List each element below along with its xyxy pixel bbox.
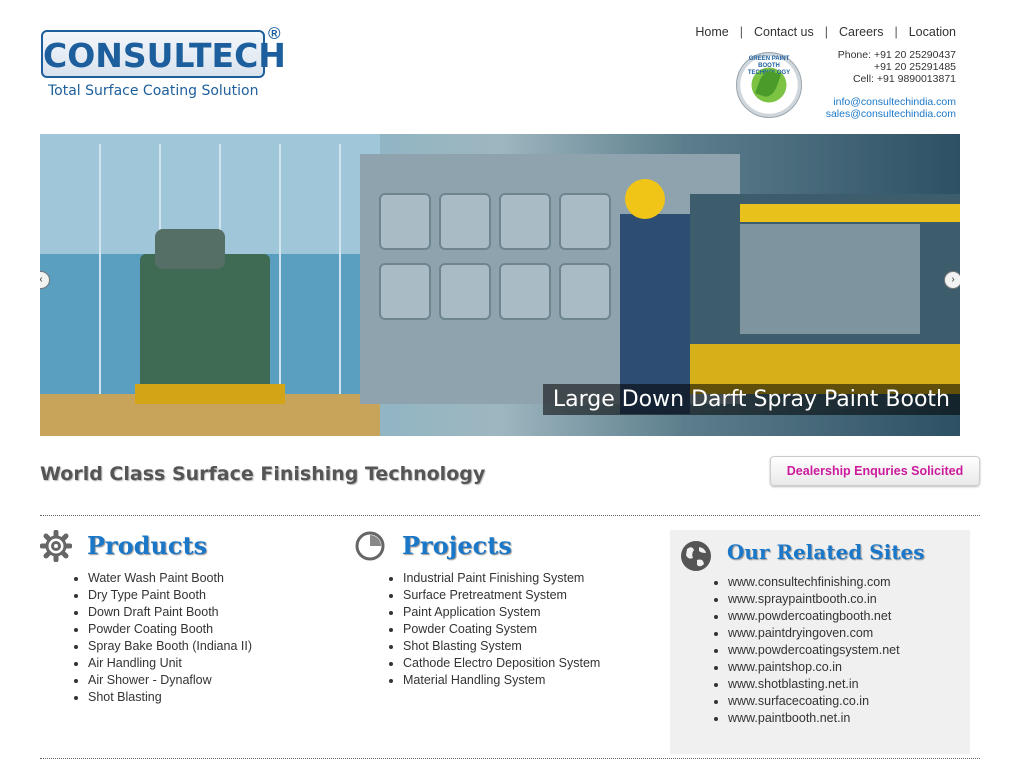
product-link[interactable]: Powder Coating Booth: [88, 621, 348, 638]
cell-label: Cell:: [852, 73, 874, 85]
project-link[interactable]: Material Handling System: [403, 672, 673, 689]
divider: [40, 758, 980, 759]
product-link[interactable]: Down Draft Paint Booth: [88, 604, 348, 621]
banner-caption: Large Down Darft Spray Paint Booth: [542, 384, 960, 415]
related-site-link[interactable]: www.powdercoatingbooth.net: [728, 608, 978, 625]
related-site-link[interactable]: www.powdercoatingsystem.net: [728, 642, 978, 659]
project-link[interactable]: Powder Coating System: [403, 621, 673, 638]
phone-label: Phone:: [837, 49, 872, 61]
nav-separator: |: [824, 25, 829, 39]
product-link[interactable]: Air Shower - Dynaflow: [88, 672, 348, 689]
related-site-link[interactable]: www.paintdryingoven.com: [728, 625, 978, 642]
dealership-enquiry-button[interactable]: Dealership Enquries Solicited: [770, 456, 980, 486]
cell-number: +91 9890013871: [876, 73, 956, 85]
logo[interactable]: CONSULTECH: [41, 30, 286, 78]
email-sales-link[interactable]: sales@consultechindia.com: [826, 108, 956, 120]
email-info-link[interactable]: info@consultechindia.com: [833, 96, 956, 108]
top-nav: Home | Contact us | Careers | Location: [695, 25, 956, 39]
nav-location-link[interactable]: Location: [909, 25, 956, 39]
contact-info: Phone: +91 20 25290437 +91 20 25291485 C…: [826, 49, 956, 120]
nav-contact-link[interactable]: Contact us: [754, 25, 814, 39]
nav-separator: |: [894, 25, 898, 39]
project-link[interactable]: Industrial Paint Finishing System: [403, 570, 673, 587]
projects-heading: Projects: [402, 531, 512, 560]
product-link[interactable]: Dry Type Paint Booth: [88, 587, 348, 604]
product-link[interactable]: Water Wash Paint Booth: [88, 570, 348, 587]
related-site-link[interactable]: www.surfacecoating.co.in: [728, 693, 978, 710]
project-link[interactable]: Surface Pretreatment System: [403, 587, 673, 604]
nav-careers-link[interactable]: Careers: [839, 25, 883, 39]
products-heading: Products: [87, 531, 208, 560]
phone-number: +91 20 25290437: [873, 49, 956, 61]
product-link[interactable]: Air Handling Unit: [88, 655, 348, 672]
related-site-link[interactable]: www.shotblasting.net.in: [728, 676, 978, 693]
project-link[interactable]: Paint Application System: [403, 604, 673, 621]
nav-separator: |: [739, 25, 743, 39]
phone-number: +91 20 25291485: [873, 61, 956, 73]
projects-list: Industrial Paint Finishing SystemSurface…: [385, 570, 673, 689]
nav-home-link[interactable]: Home: [695, 25, 728, 39]
related-sites-list: www.consultechfinishing.comwww.spraypain…: [710, 574, 978, 727]
project-link[interactable]: Shot Blasting System: [403, 638, 673, 655]
product-link[interactable]: Shot Blasting: [88, 689, 348, 706]
related-site-link[interactable]: www.consultechfinishing.com: [728, 574, 978, 591]
related-site-link[interactable]: www.paintbooth.net.in: [728, 710, 978, 727]
project-link[interactable]: Cathode Electro Deposition System: [403, 655, 673, 672]
page-tagline: World Class Surface Finishing Technology: [40, 463, 486, 485]
products-list: Water Wash Paint BoothDry Type Paint Boo…: [70, 570, 348, 706]
logo-tagline: Total Surface Coating Solution: [48, 83, 259, 99]
related-site-link[interactable]: www.spraypaintbooth.co.in: [728, 591, 978, 608]
green-technology-badge: GREEN PAINT BOOTH TECHNOLOGY: [736, 52, 802, 118]
related-site-link[interactable]: www.paintshop.co.in: [728, 659, 978, 676]
related-sites-heading: Our Related Sites: [727, 540, 925, 564]
chevron-right-icon[interactable]: ›: [944, 271, 960, 289]
banner-slideshow: ‹ › Large Down Darft Spray Paint Booth: [40, 134, 960, 436]
registered-mark: ®: [268, 24, 281, 43]
product-link[interactable]: Spray Bake Booth (Indiana II): [88, 638, 348, 655]
divider: [40, 515, 980, 516]
logo-wordmark: CONSULTECH: [43, 36, 286, 75]
gear-icon: [39, 529, 73, 567]
globe-icon: [679, 539, 713, 578]
clock-icon: [354, 530, 386, 567]
